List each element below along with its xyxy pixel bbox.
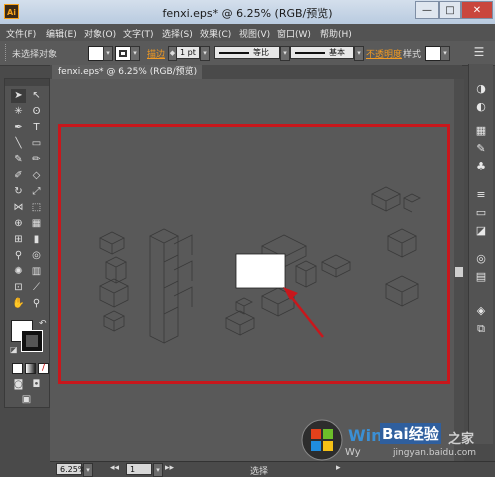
layers-panel-icon[interactable]: ◈	[473, 304, 489, 318]
swatches-panel-icon[interactable]: ▦	[473, 124, 489, 138]
zoom-level-input[interactable]: 6.25%	[56, 463, 85, 475]
watermark-brand: Win	[348, 426, 383, 445]
windows-logo-icon	[301, 419, 343, 461]
appearance-panel-icon[interactable]: ◎	[473, 252, 489, 266]
status-bar: 6.25% ▾ ◂◂ 1 ▾ ▸▸ 选择 ▸	[50, 461, 495, 477]
color-guide-icon[interactable]: ◐	[473, 100, 489, 114]
vertical-scrollbar[interactable]	[454, 79, 464, 461]
watermark-baidu: Bai经验	[380, 423, 441, 444]
status-menu-icon[interactable]: ▸	[336, 463, 341, 473]
gradient-panel-icon[interactable]: ▭	[473, 206, 489, 220]
watermark-url-left: Wy	[345, 447, 361, 458]
watermark-brand-left: Win	[348, 426, 383, 445]
first-page-icon[interactable]: ◂◂	[110, 463, 119, 473]
brushes-panel-icon[interactable]: ✎	[473, 142, 489, 156]
color-panel-icon[interactable]: ◑	[473, 82, 489, 96]
stroke-panel-icon[interactable]: ≡	[473, 188, 489, 202]
right-panel-dock: ◑ ◐ ▦ ✎ ♣ ≡ ▭ ◪ ◎ ▤ ◈ ⧉	[468, 64, 493, 444]
watermark-baidu-right: 经验	[408, 425, 439, 443]
watermark-url: jingyan.baidu.com	[393, 448, 477, 458]
current-tool-label: 选择	[250, 467, 269, 477]
watermark-baidu-text: Bai	[382, 425, 409, 443]
page-number-input[interactable]: 1	[126, 463, 152, 475]
watermark-brand-right: 之家	[448, 432, 475, 447]
scroll-thumb[interactable]	[455, 267, 463, 277]
transparency-panel-icon[interactable]: ◪	[473, 224, 489, 238]
artboard-highlight-frame	[58, 124, 450, 384]
graphic-styles-icon[interactable]: ▤	[473, 270, 489, 284]
artboards-panel-icon[interactable]: ⧉	[473, 322, 489, 336]
symbols-panel-icon[interactable]: ♣	[473, 160, 489, 174]
next-page-icon[interactable]: ▸▸	[165, 463, 174, 473]
